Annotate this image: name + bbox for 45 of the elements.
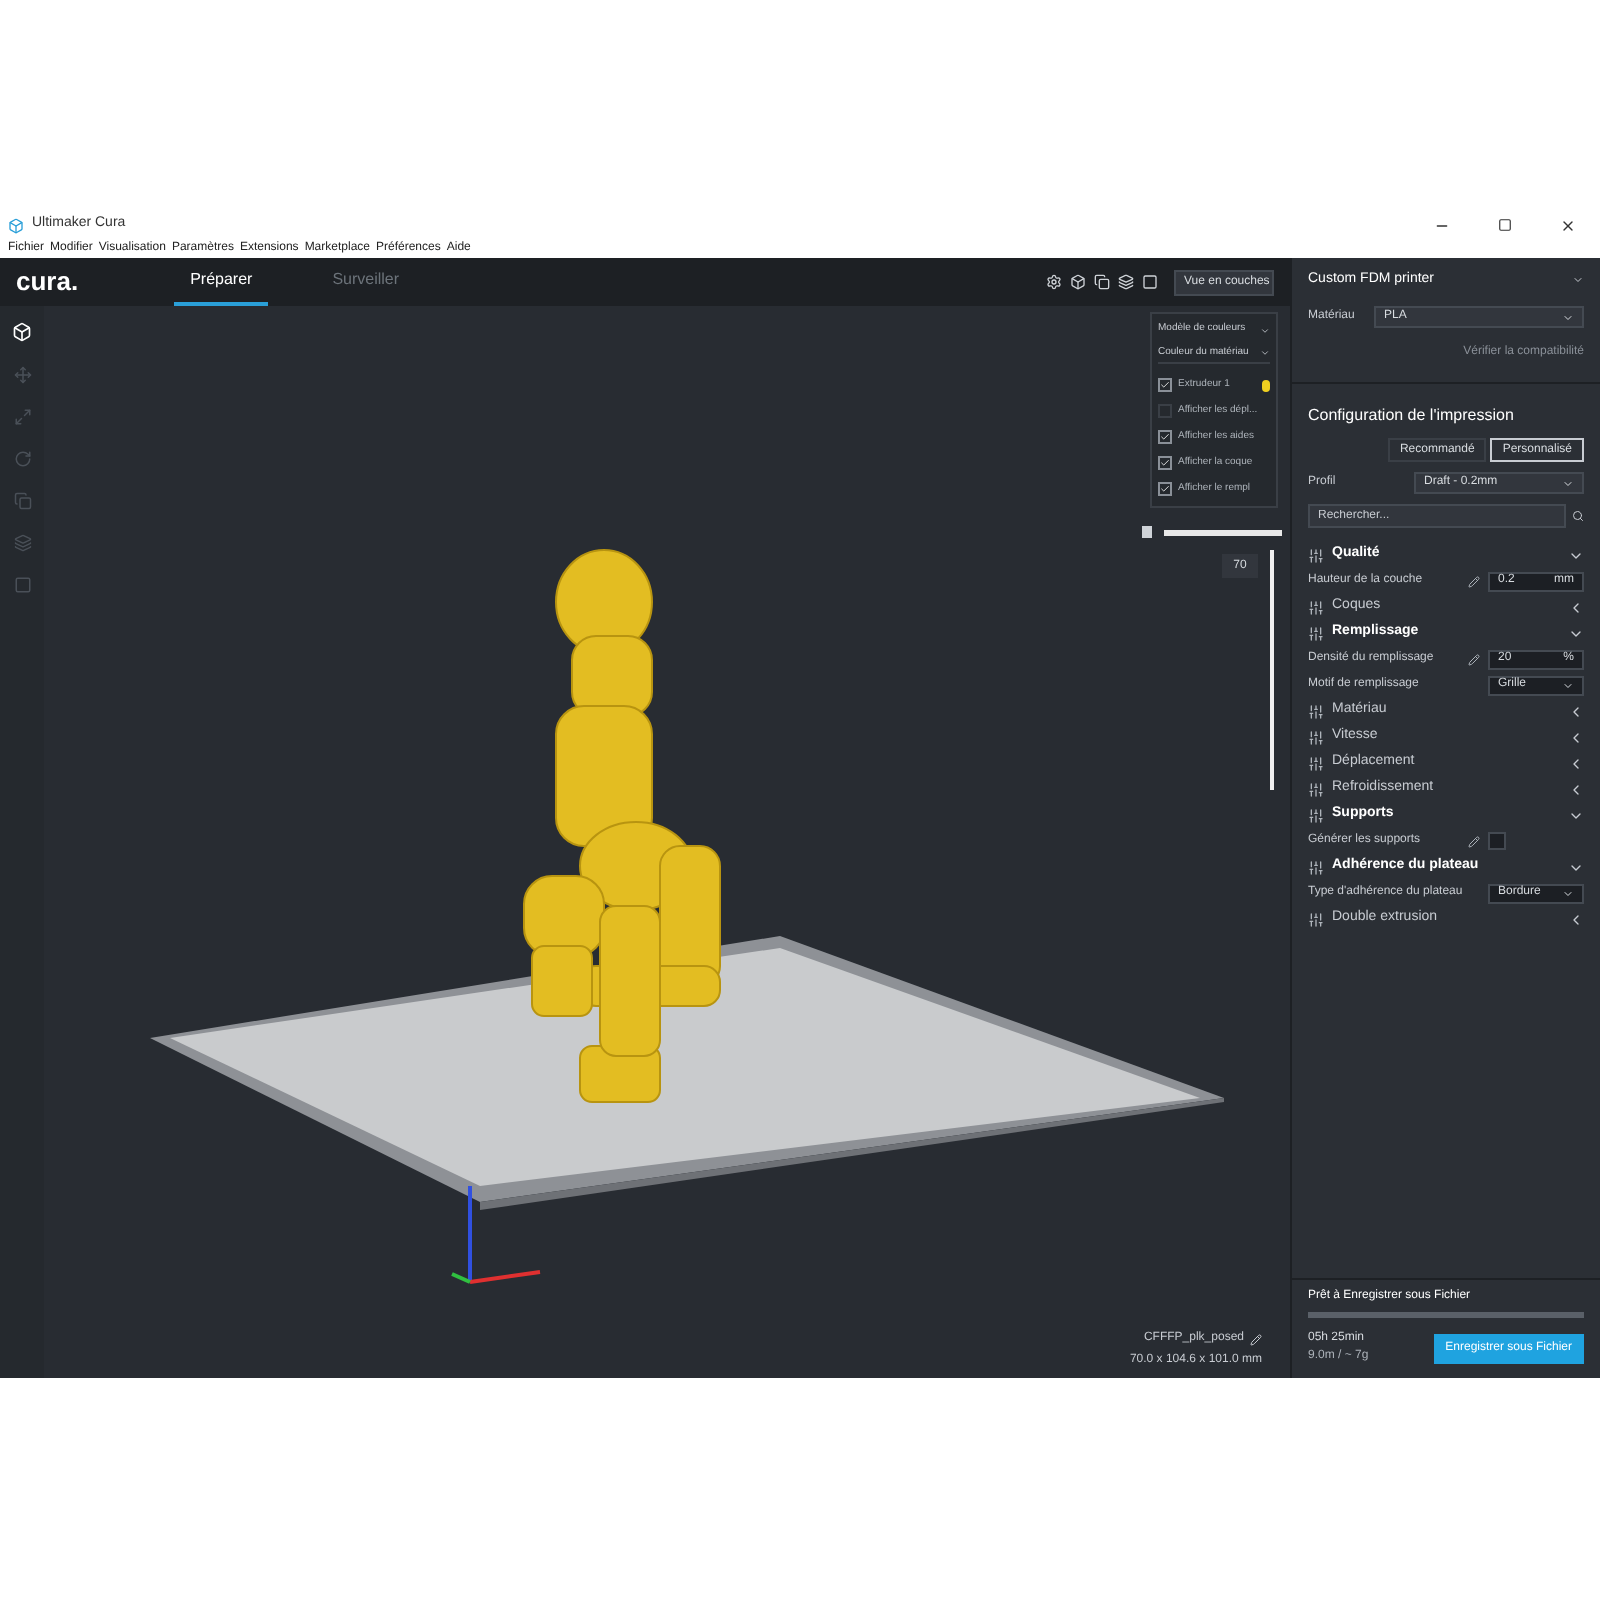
option-checkbox[interactable] (1158, 456, 1172, 470)
chevron-down-icon (1562, 311, 1574, 323)
option-checkbox[interactable] (1158, 404, 1172, 418)
chevron-left-icon[interactable] (1568, 755, 1584, 771)
cura-logo: cura. (16, 264, 79, 301)
path-slider-fill[interactable] (1164, 529, 1282, 535)
setting-checkbox[interactable] (1488, 832, 1506, 850)
category-icon (1308, 547, 1324, 563)
chevron-down-icon (1562, 477, 1574, 489)
print-setup-title: Configuration de l'impression (1308, 404, 1516, 428)
chevron-down-icon (1562, 887, 1574, 899)
option-checkbox[interactable] (1158, 482, 1172, 496)
pencil-icon[interactable] (1468, 575, 1480, 587)
copy-icon[interactable] (1094, 274, 1110, 290)
search-icon[interactable] (1572, 510, 1584, 522)
category-icon (1308, 911, 1324, 927)
close-icon[interactable] (1560, 217, 1576, 233)
chevron-down-icon (1260, 348, 1270, 358)
layers-icon[interactable] (1118, 274, 1134, 290)
category-icon (1308, 859, 1324, 875)
chevron-down-icon[interactable] (1260, 325, 1270, 335)
pencil-icon[interactable] (1250, 1333, 1262, 1345)
tab[interactable]: Préparer (174, 258, 269, 306)
category-icon (1308, 703, 1324, 719)
settings-icon[interactable] (1046, 274, 1062, 290)
chevron-left-icon[interactable] (1568, 599, 1584, 615)
app-icon (8, 217, 24, 233)
category-icon (1308, 781, 1324, 797)
category-icon (1308, 599, 1324, 615)
option-checkbox[interactable] (1158, 430, 1172, 444)
chevron-left-icon[interactable] (1568, 781, 1584, 797)
chevron-left-icon[interactable] (1568, 911, 1584, 927)
option-checkbox[interactable] (1158, 378, 1172, 392)
chevron-left-icon[interactable] (1568, 703, 1584, 719)
box-icon[interactable] (1070, 274, 1086, 290)
category-icon (1308, 625, 1324, 641)
category-icon (1308, 755, 1324, 771)
category-icon (1308, 729, 1324, 745)
category-icon (1308, 807, 1324, 823)
pencil-icon[interactable] (1468, 653, 1480, 665)
chevron-left-icon[interactable] (1568, 729, 1584, 745)
pencil-icon[interactable] (1468, 835, 1480, 847)
chevron-down-icon (1562, 679, 1574, 691)
maximize-icon[interactable] (1498, 218, 1512, 232)
axis-gizmo-drawing (451, 1186, 541, 1284)
